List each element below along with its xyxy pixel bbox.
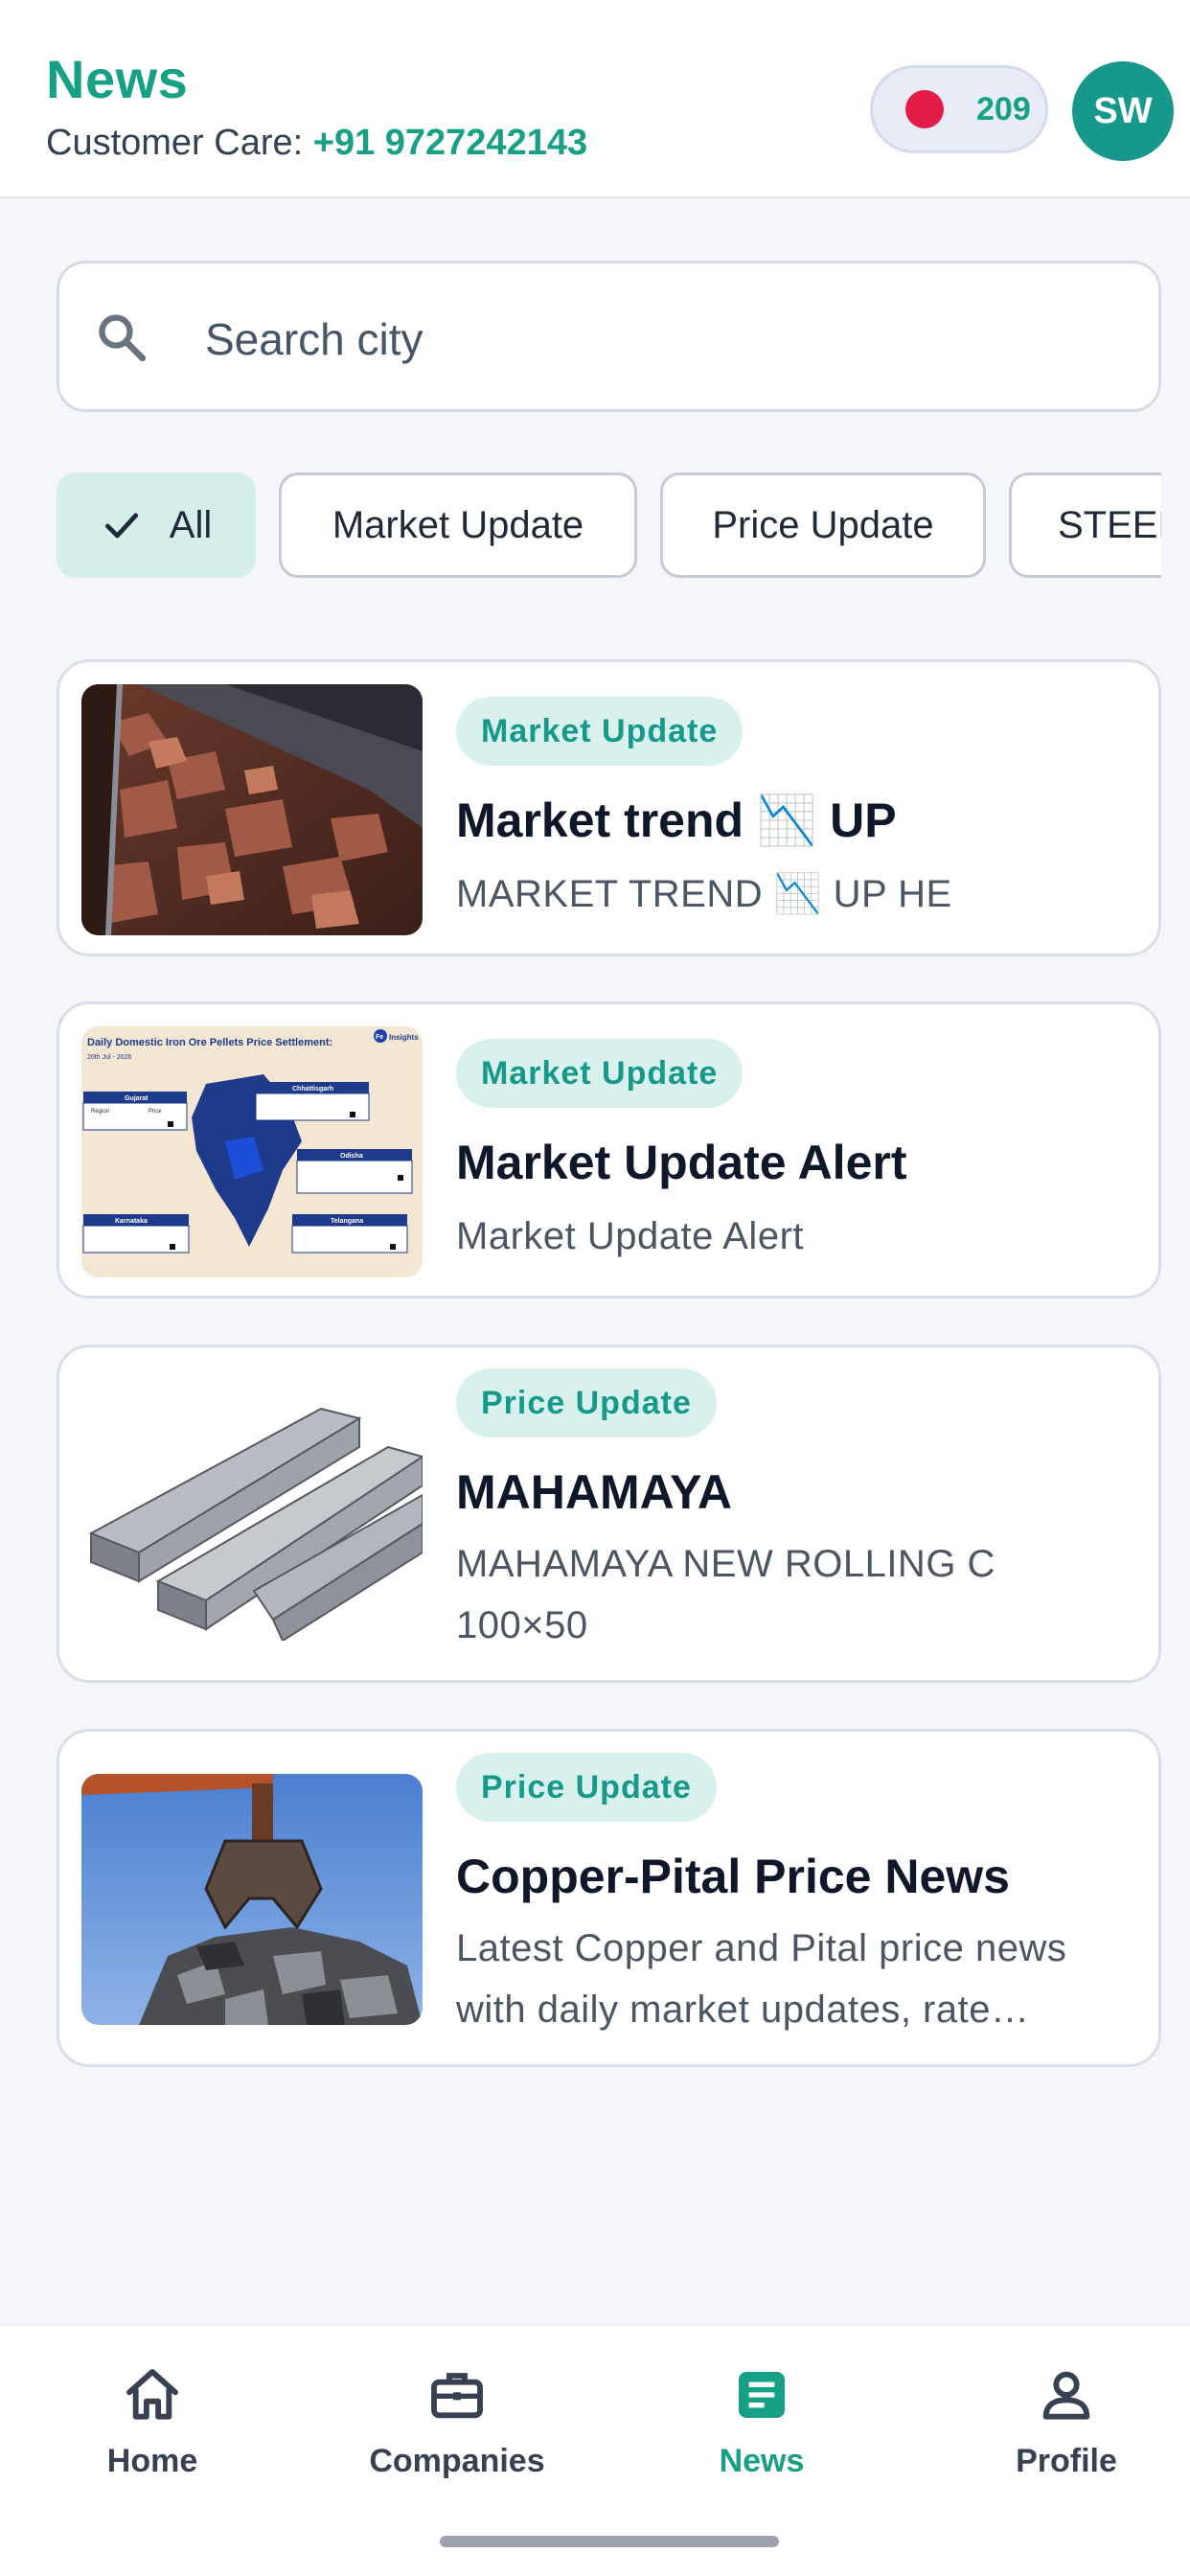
- category-badge: Price Update: [456, 1753, 717, 1822]
- map-label-gujarat: Gujarat: [125, 1095, 149, 1102]
- nav-item-profile[interactable]: Profile: [951, 2364, 1181, 2508]
- nav-item-companies[interactable]: Companies: [342, 2364, 572, 2508]
- chip-market-update[interactable]: Market Update: [279, 472, 637, 578]
- map-heading: Daily Domestic Iron Ore Pellets Price Se…: [87, 1037, 332, 1048]
- map-col-price: Price: [149, 1109, 162, 1115]
- news-description: MARKET TREND 📉 UP HE: [456, 873, 952, 915]
- nav-item-news[interactable]: News: [647, 2364, 877, 2508]
- briefcase-icon: [431, 2373, 483, 2419]
- customer-care-label: Customer Care:: [46, 123, 313, 163]
- nav-label: Home: [106, 2443, 198, 2479]
- map-label-telangana: Telangana: [331, 1218, 363, 1225]
- news-icon: [739, 2372, 785, 2418]
- news-thumbnail-price-map: Daily Domestic Iron Ore Pellets Price Se…: [81, 1026, 423, 1277]
- news-description: Market Update Alert: [456, 1215, 804, 1257]
- chip-label: Price Update: [712, 503, 934, 546]
- avatar[interactable]: SW: [1072, 61, 1174, 161]
- chip-label: All: [169, 503, 213, 546]
- category-badge: Market Update: [456, 1039, 744, 1108]
- map-label-karnataka: Karnataka: [115, 1218, 148, 1225]
- map-date: 20th Jul - 2026: [87, 1054, 131, 1061]
- steel-channels-image: [81, 1390, 423, 1641]
- home-icon: [126, 2369, 178, 2420]
- home-indicator[interactable]: [440, 2536, 779, 2547]
- nav-item-home[interactable]: Home: [37, 2364, 267, 2508]
- nav-label: Companies: [369, 2443, 545, 2479]
- news-card[interactable]: Market Update Market trend 📉 UP MARKET T…: [57, 659, 1161, 956]
- news-title: MAHAMAYA: [456, 1465, 733, 1519]
- chip-label: STEEL: [1058, 503, 1161, 546]
- status-dot-icon: [905, 90, 944, 128]
- search-input[interactable]: Search city: [57, 261, 1161, 412]
- news-title: Copper-Pital Price News: [456, 1850, 1010, 1903]
- check-icon: [104, 513, 138, 539]
- iron-ore-price-map-image: Daily Domestic Iron Ore Pellets Price Se…: [81, 1026, 423, 1277]
- page-title: News: [46, 49, 189, 109]
- customer-care-line: Customer Care: +91 9727242143: [46, 123, 587, 164]
- category-badge: Price Update: [456, 1368, 717, 1438]
- news-title: Market trend 📉 UP: [456, 794, 897, 847]
- nav-label: News: [719, 2443, 805, 2479]
- chip-label: Market Update: [332, 503, 584, 546]
- person-icon: [1042, 2371, 1090, 2420]
- news-description: Latest Copper and Pital price news with …: [456, 1927, 1067, 2031]
- scrap-metal-image: [81, 1774, 423, 2025]
- chip-price-update[interactable]: Price Update: [660, 472, 986, 578]
- chip-steel[interactable]: STEEL: [1009, 472, 1161, 578]
- filter-chips: All Market Update Price Update STEEL: [57, 472, 1161, 580]
- nav-label: Profile: [1016, 2443, 1117, 2479]
- iron-ore-conveyor-image: [81, 684, 423, 935]
- points-badge[interactable]: 209: [870, 65, 1048, 153]
- news-card[interactable]: Price Update MAHAMAYA MAHAMAYA NEW ROLLI…: [57, 1345, 1161, 1683]
- news-thumbnail-steel-channels: [81, 1390, 423, 1641]
- news-thumbnail-iron-ore: [81, 684, 423, 935]
- points-count: 209: [976, 90, 1031, 127]
- news-description: MAHAMAYA NEW ROLLING C 100×50: [456, 1543, 995, 1646]
- category-badge: Market Update: [456, 697, 744, 766]
- map-label-odisha: Odisha: [340, 1153, 363, 1160]
- map-col-region: Region: [91, 1109, 109, 1115]
- map-brand-suffix: Insights: [389, 1033, 419, 1042]
- map-brand: Fe: [376, 1034, 383, 1041]
- search-placeholder: Search city: [205, 314, 423, 364]
- search-icon: [99, 314, 147, 362]
- news-card[interactable]: Price Update Copper-Pital Price News Lat…: [57, 1729, 1161, 2067]
- news-title: Market Update Alert: [456, 1136, 907, 1189]
- chip-all[interactable]: All: [57, 472, 256, 578]
- customer-care-phone[interactable]: +91 9727242143: [313, 123, 587, 163]
- news-card[interactable]: Daily Domestic Iron Ore Pellets Price Se…: [57, 1001, 1161, 1299]
- map-label-chhattisgarh: Chhattisgarh: [292, 1086, 333, 1092]
- news-thumbnail-scrap: [81, 1774, 423, 2025]
- app-header: News Customer Care: +91 9727242143 209 S…: [0, 0, 1190, 198]
